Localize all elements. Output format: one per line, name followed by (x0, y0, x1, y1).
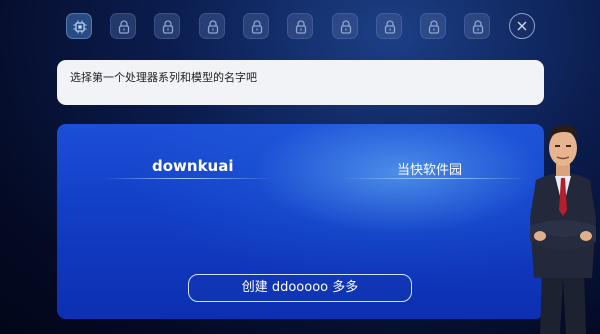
locked-slot-4[interactable] (199, 13, 225, 39)
lock-icon (295, 20, 307, 34)
dialog-box: 选择第一个处理器系列和模型的名字吧 (57, 60, 544, 105)
chip-icon (73, 20, 87, 34)
lock-icon (118, 20, 130, 34)
locked-slot-9[interactable] (420, 13, 446, 39)
naming-panel: downkuai 当快软件园 创建 ddooooo 多多 (57, 124, 544, 319)
close-icon (517, 21, 527, 31)
close-button[interactable] (509, 13, 535, 39)
locked-slot-10[interactable] (464, 13, 490, 39)
right-name-option[interactable]: 当快软件园 (397, 159, 462, 178)
lock-icon (340, 20, 352, 34)
locked-slot-6[interactable] (287, 13, 313, 39)
locked-slot-5[interactable] (243, 13, 269, 39)
left-name-option[interactable]: downkuai (152, 157, 234, 175)
dialog-text: 选择第一个处理器系列和模型的名字吧 (70, 71, 257, 84)
processor-slot-1[interactable] (66, 13, 92, 39)
left-underline (102, 178, 272, 179)
top-toolbar (66, 13, 536, 41)
lock-icon (162, 20, 174, 34)
lock-icon (428, 20, 440, 34)
lock-icon (384, 20, 396, 34)
lock-icon (207, 20, 219, 34)
locked-slot-2[interactable] (110, 13, 136, 39)
lock-icon (472, 20, 484, 34)
locked-slot-3[interactable] (154, 13, 180, 39)
locked-slot-8[interactable] (376, 13, 402, 39)
locked-slot-7[interactable] (332, 13, 358, 39)
businessman-character (530, 125, 596, 334)
create-button[interactable]: 创建 ddooooo 多多 (188, 274, 412, 302)
right-underline (342, 178, 527, 179)
lock-icon (251, 20, 263, 34)
